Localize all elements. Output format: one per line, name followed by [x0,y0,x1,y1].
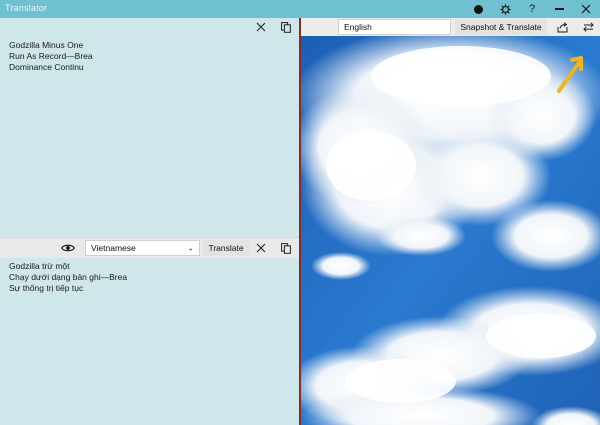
source-toolbar [0,18,299,36]
record-button[interactable] [465,0,491,18]
snapshot-toolbar: English Snapshot & Translate [301,18,600,36]
record-icon [473,4,483,14]
eye-icon [61,244,75,252]
snapshot-pane: English Snapshot & Translate [301,18,600,425]
settings-button[interactable] [492,0,518,18]
text-pane: Godzilla Minus One Run As Record—Brea Do… [0,18,299,425]
target-toolbar: Vietnamese ⌄ Translate [0,237,299,258]
snapshot-image [301,36,600,425]
target-line: Chạy dưới dạng bản ghi—Brea [9,272,128,282]
snapshot-language-select[interactable]: English [338,19,451,35]
help-icon: ? [528,3,536,15]
clear-source-button[interactable] [254,20,268,34]
translate-button[interactable]: Translate [203,240,249,256]
copy-icon [281,242,291,254]
target-line: Sự thống trị tiếp tục [9,283,84,293]
minimize-button[interactable] [546,0,572,18]
copy-source-button[interactable] [279,20,293,34]
copy-target-button[interactable] [279,241,293,255]
target-language-select[interactable]: Vietnamese ⌄ [85,240,200,256]
view-button[interactable] [61,241,75,255]
help-button[interactable]: ? [519,0,545,18]
target-language-label: Vietnamese [91,243,136,253]
share-icon [557,21,567,32]
target-text[interactable]: Godzilla trừ một Chạy dưới dạng bản ghi—… [9,261,127,294]
title-bar: Translator ? [0,0,600,18]
gear-icon [499,3,511,15]
app-title: Translator [5,3,48,13]
source-line: Godzilla Minus One [9,40,84,50]
close-icon [256,243,266,253]
target-line: Godzilla trừ một [9,261,70,271]
clear-target-button[interactable] [254,241,268,255]
swap-icon [582,22,594,32]
source-line: Dominance Continu [9,62,84,72]
swap-button[interactable] [581,20,595,34]
snapshot-language-label: English [344,22,372,32]
close-icon [256,22,266,32]
minimize-icon [554,8,564,10]
snapshot-translate-button[interactable]: Snapshot & Translate [455,19,547,35]
source-line: Run As Record—Brea [9,51,93,61]
close-icon [581,4,591,14]
chevron-down-icon: ⌄ [187,243,194,253]
share-button[interactable] [555,20,569,34]
close-button[interactable] [573,0,599,18]
source-text[interactable]: Godzilla Minus One Run As Record—Brea Do… [9,40,93,73]
copy-icon [281,21,291,33]
